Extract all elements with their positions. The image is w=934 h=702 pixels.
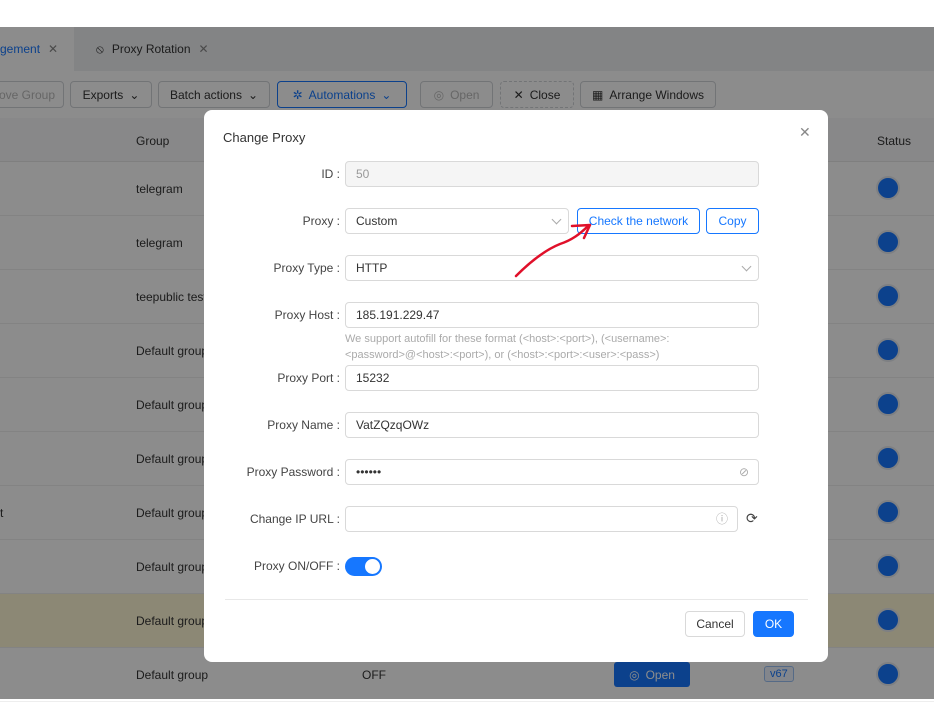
red-arrow-annotation: [514, 223, 592, 278]
